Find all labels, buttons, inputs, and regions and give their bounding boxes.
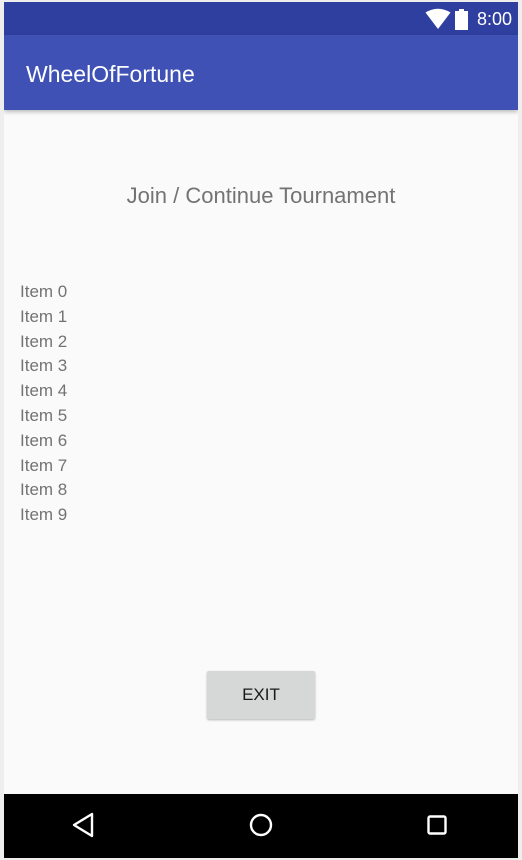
list-item[interactable]: Item 4: [20, 379, 67, 404]
status-bar: 8:00: [4, 2, 518, 35]
battery-icon: [454, 8, 468, 30]
main-content: Join / Continue Tournament Item 0 Item 1…: [4, 110, 518, 794]
home-icon[interactable]: [244, 808, 278, 842]
list-item[interactable]: Item 6: [20, 429, 67, 454]
status-icons: 8:00: [425, 7, 512, 31]
list-item[interactable]: Item 0: [20, 280, 67, 305]
app-bar: WheelOfFortune: [4, 35, 518, 110]
navigation-bar: [4, 794, 518, 858]
list-item[interactable]: Item 8: [20, 478, 67, 503]
exit-button[interactable]: EXIT: [207, 671, 315, 719]
status-time: 8:00: [476, 9, 512, 29]
list-item[interactable]: Item 9: [20, 503, 67, 528]
tournament-list: Item 0 Item 1 Item 2 Item 3 Item 4 Item …: [20, 280, 67, 528]
back-icon[interactable]: [67, 808, 101, 842]
list-item[interactable]: Item 3: [20, 354, 67, 379]
list-item[interactable]: Item 2: [20, 330, 67, 355]
page-title: Join / Continue Tournament: [126, 183, 396, 208]
list-item[interactable]: Item 1: [20, 305, 67, 330]
recents-icon[interactable]: [420, 808, 454, 842]
wifi-icon: [425, 8, 451, 29]
list-item[interactable]: Item 5: [20, 404, 67, 429]
app-title: WheelOfFortune: [26, 61, 195, 87]
device-screen: 8:00 WheelOfFortune Join / Continue Tour…: [4, 2, 518, 858]
list-item[interactable]: Item 7: [20, 454, 67, 479]
